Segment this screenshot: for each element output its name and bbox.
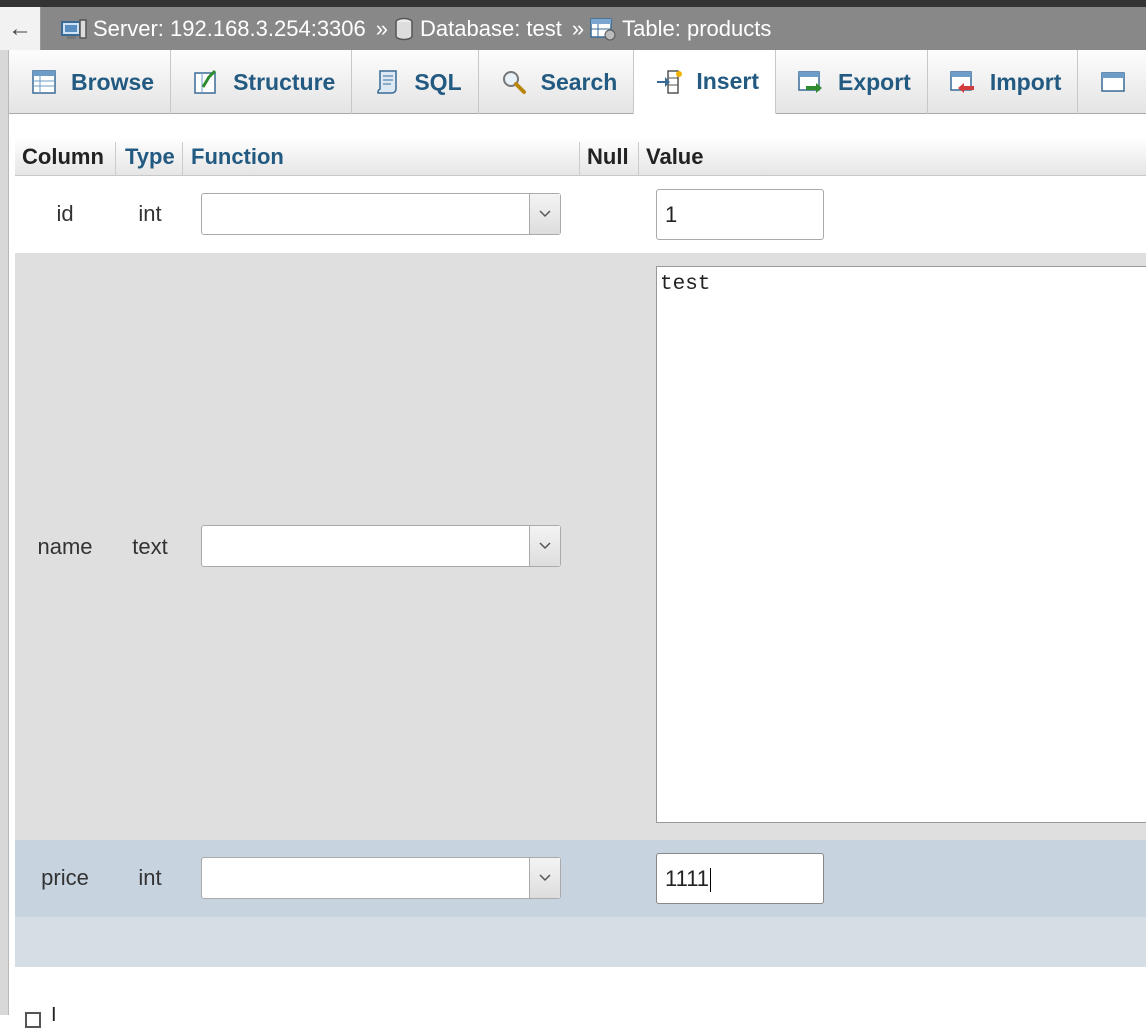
chevron-down-icon[interactable] [529,194,560,234]
column-type: text [132,534,168,559]
server-label: Server: 192.168.3.254:3306 [93,15,366,41]
structure-icon [194,69,217,94]
tab-browse[interactable]: Browse [9,50,172,114]
header-divider [182,142,183,176]
function-select[interactable] [201,525,561,567]
value-text: test [660,273,711,296]
table-icon [590,17,616,40]
header-type[interactable]: Type [125,138,175,176]
back-arrow-button[interactable]: ← [0,7,41,50]
tab-structure[interactable]: Structure [171,50,353,114]
value-text: 1111 [665,866,710,891]
header-divider [579,142,580,176]
table-row: name text test [15,253,1146,840]
header-column: Column [22,144,104,169]
insert-table-header: Column Type Function Null Value [15,138,1146,176]
tab-label: Browse [71,68,155,95]
column-name: name [37,534,93,559]
table-row: price int 1111 [15,840,1146,917]
header-null: Null [587,144,629,169]
insert-icon [657,69,683,94]
column-type: int [138,201,162,226]
breadcrumb-separator: » [571,15,585,41]
breadcrumb-database[interactable]: Database: test [394,16,562,42]
chevron-down-icon[interactable] [529,526,560,566]
function-select[interactable] [201,857,561,899]
tab-insert[interactable]: Insert [634,50,776,114]
header-divider [638,142,639,176]
sql-icon [377,70,398,94]
left-panel-edge [0,0,9,1015]
header-divider [115,142,116,176]
table-row: id int 1 [15,176,1146,253]
database-label: Database: test [420,15,562,41]
value-textarea[interactable]: test [656,266,1146,823]
tab-more[interactable] [1078,50,1126,114]
privileges-icon [1101,72,1126,92]
tab-label: Import [989,68,1062,95]
breadcrumb: ← Server: 192.168.3.254:3306 » Database:… [0,0,1146,50]
tab-label: Export [837,68,911,95]
table-label: Table: products [622,15,772,41]
server-icon [61,18,87,39]
chevron-down-icon[interactable] [529,858,560,898]
tab-label: SQL [414,68,462,95]
ignore-checkbox[interactable] [25,1012,41,1028]
tab-sql[interactable]: SQL [352,50,479,114]
database-icon [395,17,413,40]
value-text: 1 [665,202,678,227]
text-caret [710,868,712,893]
browse-icon [32,70,56,94]
breadcrumb-separator: » [375,15,389,41]
tab-bar: Browse Structure SQL Search Insert Expor… [9,50,1146,114]
export-icon [798,71,822,93]
tab-search[interactable]: Search [479,50,635,114]
import-icon [950,71,974,93]
value-input[interactable]: 1111 [656,853,824,904]
tab-export[interactable]: Export [776,50,928,114]
tab-import[interactable]: Import [928,50,1079,114]
value-input[interactable]: 1 [656,189,824,240]
ignore-option[interactable]: I [25,1004,57,1028]
tab-label: Search [540,68,618,95]
breadcrumb-server[interactable]: Server: 192.168.3.254:3306 [61,16,366,42]
header-function[interactable]: Function [191,138,284,176]
ignore-label: I [51,1004,57,1026]
header-value: Value [646,144,704,169]
search-icon [502,71,526,94]
column-type: int [138,865,162,890]
breadcrumb-table[interactable]: Table: products [590,16,771,42]
column-name: price [41,865,89,890]
table-footer-row [15,917,1146,967]
tab-label: Insert [696,68,759,94]
function-select[interactable] [201,193,561,235]
column-name: id [56,201,74,226]
tab-label: Structure [233,68,336,95]
